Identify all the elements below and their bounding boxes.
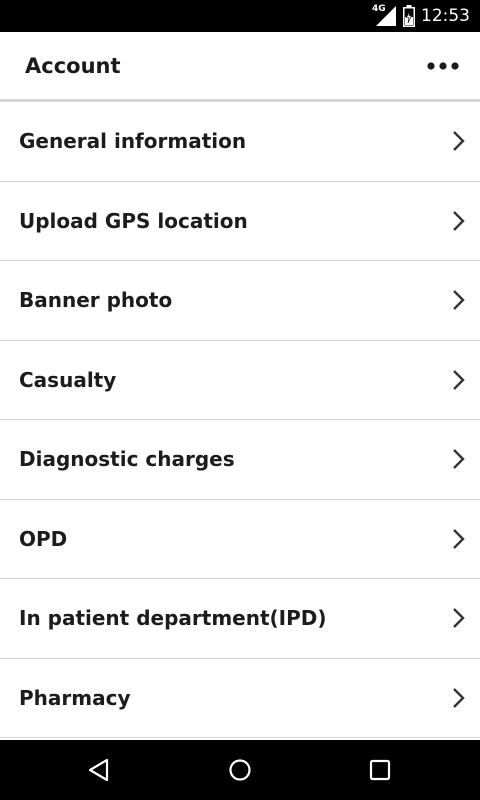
chevron-right-icon — [453, 210, 465, 231]
home-icon[interactable] — [227, 757, 253, 783]
list-item-banner-photo[interactable]: Banner photo — [0, 261, 480, 341]
page-title: Account — [25, 54, 121, 78]
status-time: 12:53 — [421, 6, 470, 26]
system-nav-bar — [0, 740, 480, 800]
app-bar: Account — [0, 32, 480, 102]
list-item-opd[interactable]: OPD — [0, 500, 480, 579]
chevron-right-icon — [453, 608, 465, 629]
signal-icon — [376, 6, 396, 26]
list-item-pharmacy[interactable]: Pharmacy — [0, 659, 480, 738]
list-item-general-information[interactable]: General information — [0, 102, 480, 182]
status-bar: 4G 12:53 — [0, 0, 480, 32]
list-item-upload-gps-location[interactable]: Upload GPS location — [0, 182, 480, 261]
battery-charging-icon — [403, 5, 415, 27]
account-screen: 4G 12:53 Account General information Upl… — [0, 0, 480, 800]
recents-icon[interactable] — [367, 757, 393, 783]
list-item-label: OPD — [19, 526, 68, 551]
more-horiz-icon[interactable] — [420, 52, 466, 80]
list-item-label: Casualty — [19, 367, 117, 392]
chevron-right-icon — [453, 528, 465, 549]
list-item-casualty[interactable]: Casualty — [0, 341, 480, 420]
list-item-diagnostic-charges[interactable]: Diagnostic charges — [0, 420, 480, 500]
chevron-right-icon — [453, 449, 465, 470]
list-item-label: Diagnostic charges — [19, 447, 235, 472]
settings-list: General information Upload GPS location … — [0, 102, 480, 740]
chevron-right-icon — [453, 290, 465, 311]
chevron-right-icon — [453, 369, 465, 390]
chevron-right-icon — [453, 131, 465, 152]
back-icon[interactable] — [87, 757, 113, 783]
list-item-label: Upload GPS location — [19, 208, 248, 233]
list-item-label: General information — [19, 129, 247, 154]
chevron-right-icon — [453, 687, 465, 708]
list-item-label: In patient department(IPD) — [19, 606, 327, 631]
list-item-label: Banner photo — [19, 288, 173, 313]
list-item-in-patient-department[interactable]: In patient department(IPD) — [0, 579, 480, 659]
list-item-label: Pharmacy — [19, 685, 131, 710]
